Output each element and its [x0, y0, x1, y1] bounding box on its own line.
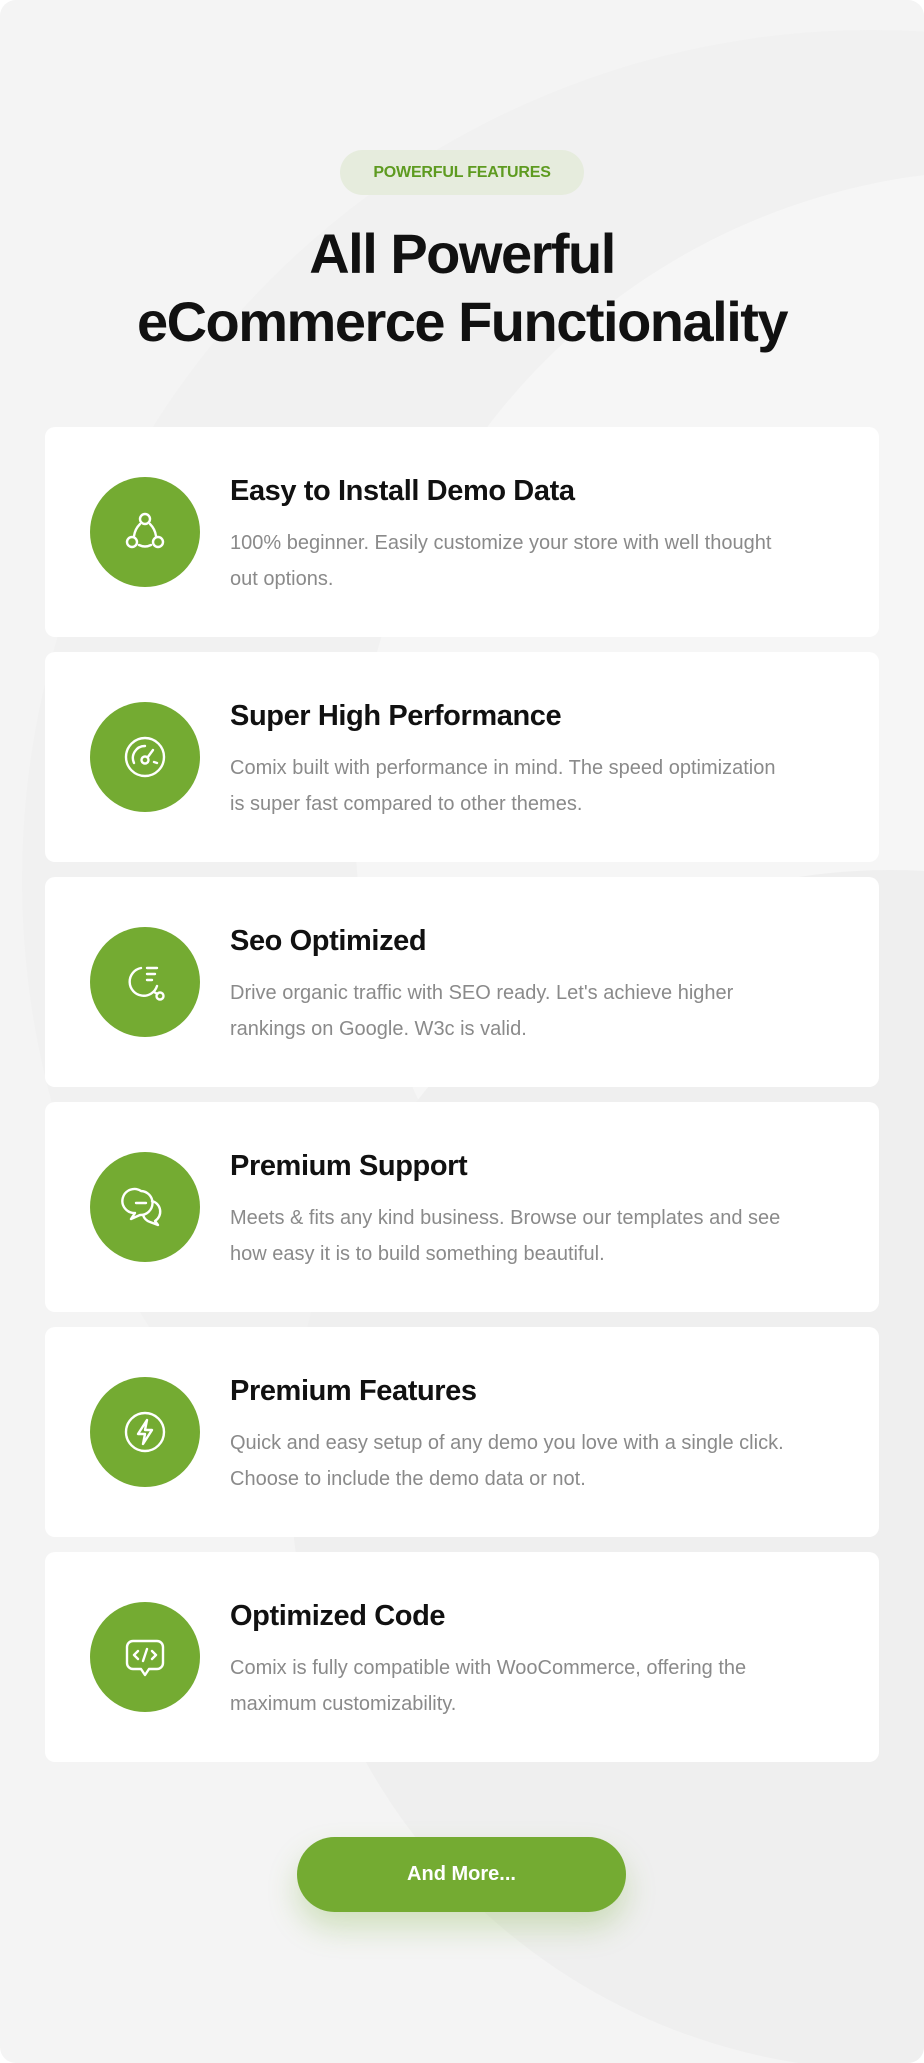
- feature-title: Premium Features: [230, 1375, 477, 1407]
- feature-description: Meets & fits any kind business. Browse o…: [230, 1200, 830, 1272]
- chat-bubbles-icon: [90, 1152, 200, 1262]
- speedometer-icon: [90, 702, 200, 812]
- lightning-icon: [90, 1377, 200, 1487]
- feature-card-premium-features: Premium Features Quick and easy setup of…: [45, 1327, 879, 1537]
- feature-description-line: maximum customizability.: [230, 1693, 457, 1715]
- feature-title: Super High Performance: [230, 700, 562, 732]
- feature-description-line: Comix built with performance in mind. Th…: [230, 757, 776, 779]
- feature-description: 100% beginner. Easily customize your sto…: [230, 525, 830, 597]
- feature-card-support: Premium Support Meets & fits any kind bu…: [45, 1102, 879, 1312]
- feature-description-line: is super fast compared to other themes.: [230, 793, 583, 815]
- feature-description: Comix built with performance in mind. Th…: [230, 750, 830, 822]
- features-page: POWERFUL FEATURES All Powerful eCommerce…: [0, 0, 924, 2063]
- feature-description-line: Choose to include the demo data or not.: [230, 1468, 586, 1490]
- feature-title: Premium Support: [230, 1150, 468, 1182]
- feature-title: Optimized Code: [230, 1600, 446, 1632]
- feature-card-performance: Super High Performance Comix built with …: [45, 652, 879, 862]
- feature-description-line: Comix is fully compatible with WooCommer…: [230, 1657, 747, 1679]
- feature-description-line: Drive organic traffic with SEO ready. Le…: [230, 982, 734, 1004]
- feature-description-line: out options.: [230, 568, 334, 590]
- feature-description-line: Meets & fits any kind business. Browse o…: [230, 1207, 781, 1229]
- feature-description: Comix is fully compatible with WooCommer…: [230, 1650, 830, 1722]
- features-section: POWERFUL FEATURES All Powerful eCommerce…: [0, 0, 924, 2063]
- feature-card-seo: Seo Optimized Drive organic traffic with…: [45, 877, 879, 1087]
- feature-description-line: rankings on Google. W3c is valid.: [230, 1018, 527, 1040]
- feature-title: Easy to Install Demo Data: [230, 475, 575, 507]
- code-bubble-icon: [90, 1602, 200, 1712]
- network-nodes-icon: [90, 477, 200, 587]
- page-title: All Powerful eCommerce Functionality: [0, 220, 924, 356]
- feature-description-line: Quick and easy setup of any demo you lov…: [230, 1432, 784, 1454]
- feature-title: Seo Optimized: [230, 925, 427, 957]
- feature-card-demo-data: Easy to Install Demo Data 100% beginner.…: [45, 427, 879, 637]
- feature-description-line: how easy it is to build something beauti…: [230, 1243, 605, 1265]
- feature-list: Easy to Install Demo Data 100% beginner.…: [45, 427, 879, 1777]
- and-more-button[interactable]: And More...: [297, 1837, 626, 1912]
- section-tag: POWERFUL FEATURES: [340, 150, 584, 195]
- feature-description-line: 100% beginner. Easily customize your sto…: [230, 532, 772, 554]
- seo-chart-icon: [90, 927, 200, 1037]
- page-title-line-2: eCommerce Functionality: [136, 290, 789, 353]
- page-title-line-1: All Powerful: [309, 222, 616, 285]
- feature-card-optimized-code: Optimized Code Comix is fully compatible…: [45, 1552, 879, 1762]
- feature-description: Quick and easy setup of any demo you lov…: [230, 1425, 830, 1497]
- feature-description: Drive organic traffic with SEO ready. Le…: [230, 975, 830, 1047]
